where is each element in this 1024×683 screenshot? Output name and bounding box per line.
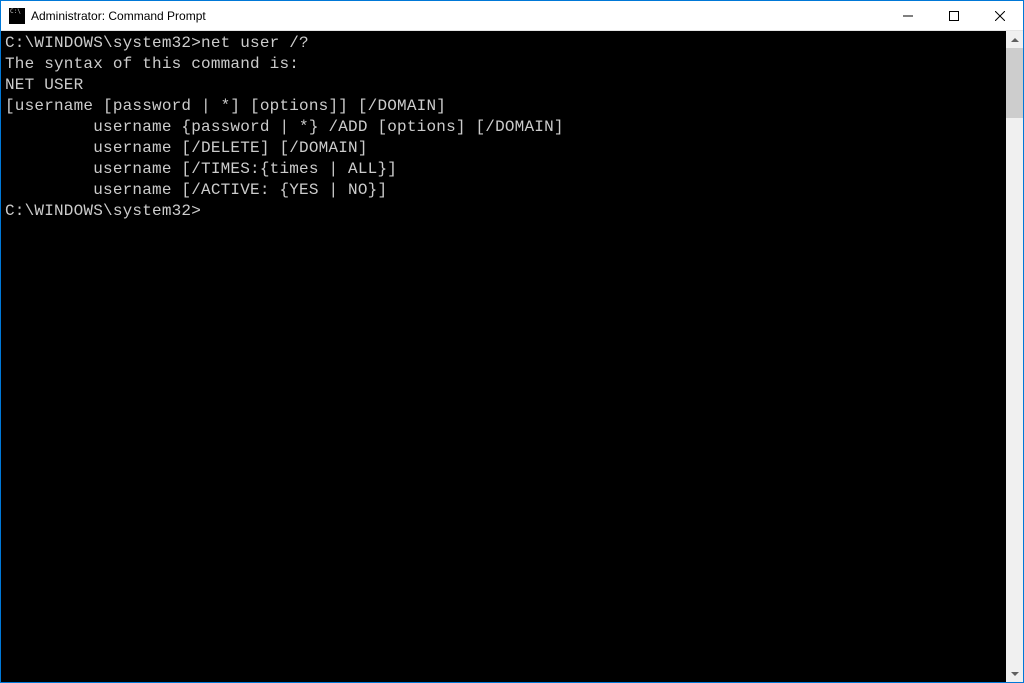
prompt-line: C:\WINDOWS\system32> [5,201,1002,222]
chevron-down-icon [1011,672,1019,676]
minimize-button[interactable] [885,1,931,30]
prompt-command: net user /? [201,34,309,52]
terminal-output[interactable]: C:\WINDOWS\system32>net user /?The synta… [1,31,1006,682]
prompt-line: C:\WINDOWS\system32>net user /? [5,33,1002,54]
cmd-icon [9,8,25,24]
output-line: NET USER [5,75,1002,96]
maximize-button[interactable] [931,1,977,30]
vertical-scrollbar[interactable] [1006,31,1023,682]
window-controls [885,1,1023,30]
window-titlebar: Administrator: Command Prompt [1,1,1023,31]
window-title: Administrator: Command Prompt [31,9,885,23]
minimize-icon [903,11,913,21]
chevron-up-icon [1011,38,1019,42]
output-line: username [/ACTIVE: {YES | NO}] [5,180,1002,201]
maximize-icon [949,11,959,21]
scroll-track[interactable] [1006,48,1023,665]
output-line: [username [password | *] [options]] [/DO… [5,96,1002,117]
prompt-path: C:\WINDOWS\system32> [5,202,201,220]
output-line: username [/TIMES:{times | ALL}] [5,159,1002,180]
output-line: username {password | *} /ADD [options] [… [5,117,1002,138]
terminal-container: C:\WINDOWS\system32>net user /?The synta… [1,31,1023,682]
output-line: The syntax of this command is: [5,54,1002,75]
close-button[interactable] [977,1,1023,30]
close-icon [995,11,1005,21]
prompt-path: C:\WINDOWS\system32> [5,34,201,52]
output-line: username [/DELETE] [/DOMAIN] [5,138,1002,159]
scroll-thumb[interactable] [1006,48,1023,118]
scroll-down-button[interactable] [1006,665,1023,682]
scroll-up-button[interactable] [1006,31,1023,48]
